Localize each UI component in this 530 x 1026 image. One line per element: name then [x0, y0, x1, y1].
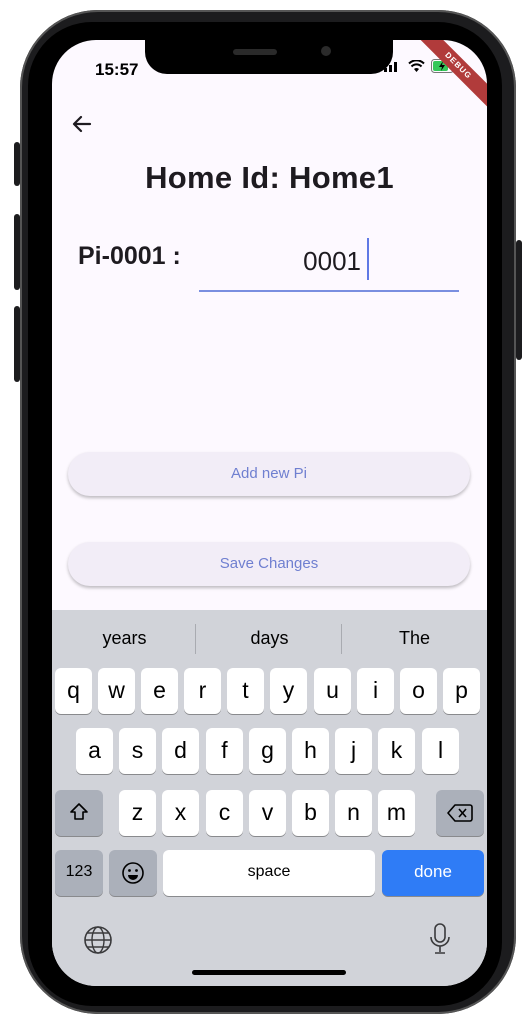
add-new-pi-button[interactable]: Add new Pi: [68, 452, 470, 496]
key-h[interactable]: h: [292, 728, 329, 774]
key-r[interactable]: r: [184, 668, 221, 714]
key-y[interactable]: y: [270, 668, 307, 714]
page-title: Home Id: Home1: [145, 160, 394, 195]
on-screen-keyboard: years days The q w e r t y u i o p a s d…: [52, 610, 487, 986]
space-key[interactable]: space: [163, 850, 375, 896]
front-camera: [321, 46, 331, 56]
key-x[interactable]: x: [162, 790, 199, 836]
speaker: [233, 49, 277, 55]
home-indicator[interactable]: [192, 970, 346, 975]
text-caret: [367, 238, 369, 280]
emoji-key[interactable]: [109, 850, 157, 896]
key-v[interactable]: v: [249, 790, 286, 836]
emoji-icon: [122, 862, 144, 884]
key-d[interactable]: d: [162, 728, 199, 774]
microphone-icon[interactable]: [428, 922, 452, 956]
pi-id-input[interactable]: 0001: [199, 236, 459, 292]
shift-icon: [70, 803, 88, 820]
key-e[interactable]: e: [141, 668, 178, 714]
key-u[interactable]: u: [314, 668, 351, 714]
app-screen: 15:57 DEBUG Home Id: Home1 Pi-0001 : 000…: [52, 40, 487, 986]
pi-label: Pi-0001 :: [78, 242, 181, 270]
key-n[interactable]: n: [335, 790, 372, 836]
back-arrow-icon[interactable]: [68, 110, 96, 138]
key-f[interactable]: f: [206, 728, 243, 774]
volume-up-button: [14, 214, 20, 290]
key-q[interactable]: q: [55, 668, 92, 714]
suggestion-2[interactable]: days: [197, 610, 342, 666]
key-a[interactable]: a: [76, 728, 113, 774]
key-m[interactable]: m: [378, 790, 415, 836]
key-z[interactable]: z: [119, 790, 156, 836]
key-g[interactable]: g: [249, 728, 286, 774]
numbers-key[interactable]: 123: [55, 850, 103, 896]
key-o[interactable]: o: [400, 668, 437, 714]
key-k[interactable]: k: [378, 728, 415, 774]
key-c[interactable]: c: [206, 790, 243, 836]
notch: [145, 40, 393, 74]
key-j[interactable]: j: [335, 728, 372, 774]
backspace-key[interactable]: [436, 790, 484, 836]
signal-icon: [384, 62, 397, 72]
key-b[interactable]: b: [292, 790, 329, 836]
key-s[interactable]: s: [119, 728, 156, 774]
done-key[interactable]: done: [382, 850, 484, 896]
suggestion-divider: [195, 624, 196, 654]
mute-switch: [14, 142, 20, 186]
volume-down-button: [14, 306, 20, 382]
suggestion-1[interactable]: years: [52, 610, 197, 666]
globe-icon[interactable]: [82, 924, 114, 956]
pi-id-value: 0001: [303, 246, 361, 276]
key-w[interactable]: w: [98, 668, 135, 714]
shift-key[interactable]: [55, 790, 103, 836]
key-t[interactable]: t: [227, 668, 264, 714]
suggestion-3[interactable]: The: [342, 610, 487, 666]
suggestion-bar: years days The: [52, 610, 487, 666]
key-i[interactable]: i: [357, 668, 394, 714]
key-p[interactable]: p: [443, 668, 480, 714]
status-time: 15:57: [95, 60, 139, 79]
power-button: [516, 240, 522, 360]
wifi-icon: [408, 59, 425, 72]
backspace-icon: [447, 804, 473, 822]
save-changes-button[interactable]: Save Changes: [68, 542, 470, 586]
key-l[interactable]: l: [422, 728, 459, 774]
